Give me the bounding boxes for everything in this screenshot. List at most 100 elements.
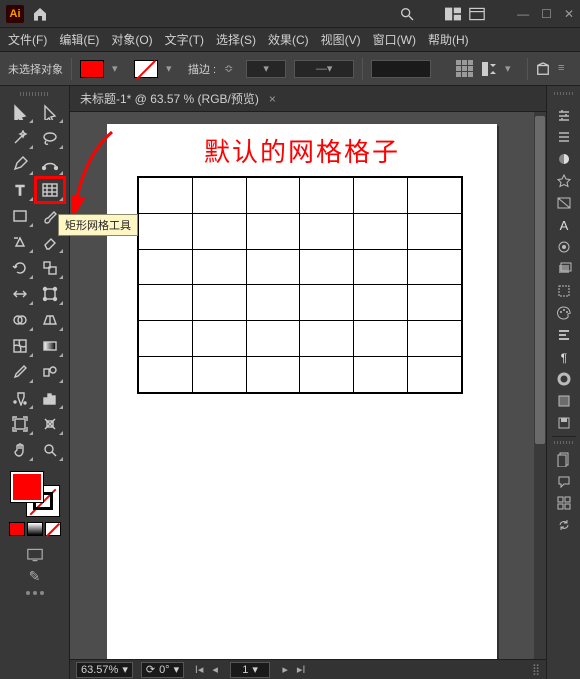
edit-toolbar-icon[interactable]: ✎ bbox=[29, 568, 41, 585]
align-icon[interactable] bbox=[552, 324, 576, 346]
artboard-nav[interactable]: I◂ ◂ bbox=[192, 663, 222, 677]
direct-selection-tool[interactable] bbox=[36, 100, 64, 124]
document-tab[interactable]: 未标题-1* @ 63.57 % (RGB/预览) × bbox=[70, 86, 546, 112]
artboard-index-field[interactable]: 1▾ bbox=[230, 662, 270, 678]
menu-type[interactable]: 文字(T) bbox=[165, 31, 204, 48]
zoom-tool[interactable] bbox=[36, 438, 64, 462]
chat-icon[interactable] bbox=[552, 470, 576, 492]
blend-tool[interactable] bbox=[36, 360, 64, 384]
gradient-tool[interactable] bbox=[36, 334, 64, 358]
rectangular-grid-tool[interactable] bbox=[36, 178, 64, 202]
artboard-text[interactable]: 默认的网格格子 bbox=[107, 132, 497, 169]
stroke-profile-field[interactable]: — ▾ bbox=[294, 60, 354, 78]
shape-builder-tool[interactable] bbox=[6, 308, 34, 332]
search-icon[interactable] bbox=[399, 6, 415, 22]
stroke-dropdown-icon[interactable]: ▾ bbox=[166, 62, 180, 76]
preferences-icon[interactable] bbox=[536, 62, 550, 76]
maximize-button[interactable]: ☐ bbox=[541, 7, 552, 21]
panel-grip[interactable] bbox=[20, 92, 50, 96]
swatches-icon[interactable] bbox=[552, 192, 576, 214]
rectangle-tool[interactable] bbox=[6, 204, 34, 228]
libraries-icon[interactable] bbox=[552, 448, 576, 470]
doc-setup-icon[interactable] bbox=[481, 61, 497, 77]
rotate-field[interactable]: ⟳0°▾ bbox=[141, 662, 184, 678]
style-field[interactable] bbox=[371, 60, 431, 78]
menu-window[interactable]: 窗口(W) bbox=[373, 31, 416, 48]
menu-lines-icon[interactable] bbox=[552, 126, 576, 148]
artboard[interactable]: 默认的网格格子 bbox=[107, 124, 497, 659]
menu-effect[interactable]: 效果(C) bbox=[268, 31, 309, 48]
arrange-docs-icon[interactable] bbox=[469, 7, 485, 21]
palette-icon[interactable] bbox=[552, 302, 576, 324]
prev-artboard-icon[interactable]: ◂ bbox=[208, 663, 222, 677]
layers-icon[interactable] bbox=[552, 258, 576, 280]
curvature-tool[interactable] bbox=[36, 152, 64, 176]
menu-help[interactable]: 帮助(H) bbox=[428, 31, 469, 48]
arrange-icon[interactable] bbox=[552, 492, 576, 514]
status-grip-icon[interactable]: ⣿ bbox=[532, 663, 540, 676]
sync-icon[interactable] bbox=[552, 514, 576, 536]
character-a-icon[interactable]: A bbox=[552, 214, 576, 236]
mesh-tool[interactable] bbox=[6, 334, 34, 358]
dock-grip[interactable] bbox=[554, 92, 574, 95]
artboard-tool[interactable] bbox=[6, 412, 34, 436]
setup-dropdown-icon[interactable]: ▾ bbox=[505, 62, 519, 76]
align-grid-icon[interactable] bbox=[456, 60, 473, 77]
appearance-circle-icon[interactable] bbox=[552, 236, 576, 258]
menu-select[interactable]: 选择(S) bbox=[216, 31, 256, 48]
first-artboard-icon[interactable]: I◂ bbox=[192, 663, 206, 677]
menu-edit[interactable]: 编辑(E) bbox=[59, 31, 99, 48]
symbol-sprayer-tool[interactable] bbox=[6, 386, 34, 410]
workspace-icon[interactable] bbox=[445, 7, 461, 21]
zoom-field[interactable]: 63.57%▾ bbox=[76, 662, 133, 678]
next-artboard-icon[interactable]: ▸ bbox=[278, 663, 292, 677]
selection-tool[interactable] bbox=[6, 100, 34, 124]
color-mode-swatches[interactable] bbox=[9, 522, 61, 536]
hand-tool[interactable] bbox=[6, 438, 34, 462]
menu-view[interactable]: 视图(V) bbox=[321, 31, 361, 48]
home-icon[interactable] bbox=[32, 6, 48, 22]
close-window-button[interactable]: ✕ bbox=[564, 7, 574, 21]
perspective-grid-tool[interactable] bbox=[36, 308, 64, 332]
selection-status: 未选择对象 bbox=[8, 61, 63, 77]
stroke-weight-stepper[interactable]: ≎ bbox=[224, 62, 238, 76]
menu-file[interactable]: 文件(F) bbox=[8, 31, 47, 48]
more-tools-icon[interactable] bbox=[26, 591, 44, 595]
vertical-scrollbar[interactable] bbox=[534, 112, 546, 659]
slice-tool[interactable] bbox=[36, 412, 64, 436]
opacity-icon[interactable] bbox=[552, 390, 576, 412]
column-graph-tool[interactable] bbox=[36, 386, 64, 410]
scale-tool[interactable] bbox=[36, 256, 64, 280]
shaper-tool[interactable] bbox=[6, 230, 34, 254]
stroke-icon[interactable] bbox=[552, 368, 576, 390]
free-transform-tool[interactable] bbox=[36, 282, 64, 306]
eyedropper-tool[interactable] bbox=[6, 360, 34, 384]
color-icon[interactable] bbox=[552, 148, 576, 170]
transform-icon[interactable] bbox=[552, 280, 576, 302]
stroke-weight-field[interactable]: ▾ bbox=[246, 60, 286, 78]
paragraph-icon[interactable]: ¶ bbox=[552, 346, 576, 368]
magic-wand-tool[interactable] bbox=[6, 126, 34, 150]
pen-tool[interactable] bbox=[6, 152, 34, 176]
rotate-tool[interactable] bbox=[6, 256, 34, 280]
minimize-button[interactable]: — bbox=[517, 7, 529, 21]
control-bar: 未选择对象 ▾ ▾ 描边 : ≎ ▾ — ▾ ▾ ≡ bbox=[0, 52, 580, 86]
fill-swatch[interactable] bbox=[80, 60, 104, 78]
type-tool[interactable]: T bbox=[6, 178, 34, 202]
ctrl-menu-icon[interactable]: ≡ bbox=[558, 62, 572, 76]
tab-close-button[interactable]: × bbox=[269, 92, 276, 106]
color-guide-icon[interactable] bbox=[552, 170, 576, 192]
canvas[interactable]: 默认的网格格子 bbox=[70, 112, 534, 659]
fill-dropdown-icon[interactable]: ▾ bbox=[112, 62, 126, 76]
screen-mode-icon[interactable] bbox=[27, 548, 43, 562]
properties-icon[interactable] bbox=[552, 104, 576, 126]
lasso-tool[interactable] bbox=[36, 126, 64, 150]
menu-object[interactable]: 对象(O) bbox=[111, 31, 152, 48]
last-artboard-icon[interactable]: ▸I bbox=[294, 663, 308, 677]
fill-stroke-swatch[interactable] bbox=[11, 472, 59, 516]
artboard-nav-2[interactable]: ▸ ▸I bbox=[278, 663, 308, 677]
stroke-swatch[interactable] bbox=[134, 60, 158, 78]
rectangular-grid-object[interactable] bbox=[137, 176, 463, 394]
save-icon[interactable] bbox=[552, 412, 576, 434]
width-tool[interactable] bbox=[6, 282, 34, 306]
